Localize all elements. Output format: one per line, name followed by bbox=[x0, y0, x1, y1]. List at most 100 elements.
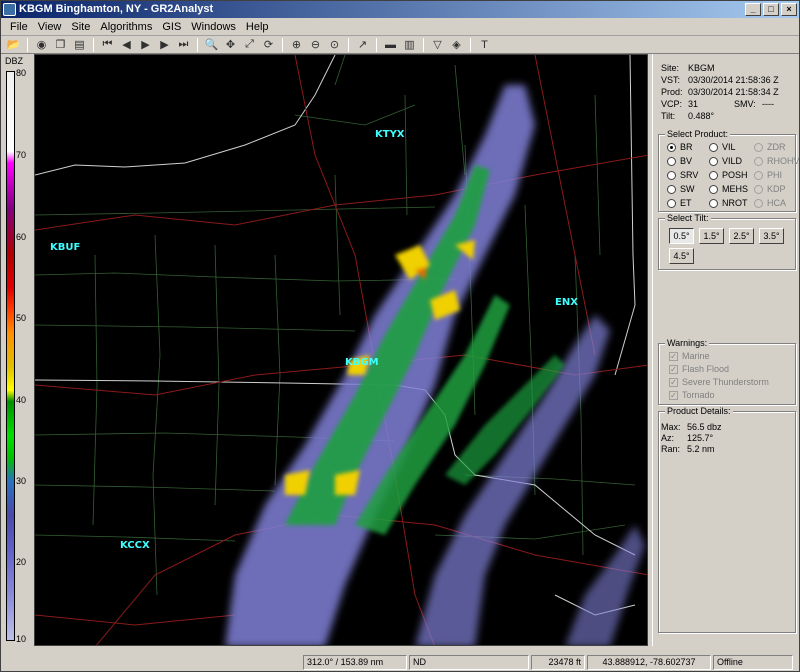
minimize-button[interactable]: _ bbox=[745, 3, 761, 16]
rotate-icon[interactable]: ⟳ bbox=[260, 37, 277, 53]
product-sw[interactable]: SW bbox=[667, 184, 695, 194]
product-vild[interactable]: VILD bbox=[709, 156, 742, 166]
last-frame-icon[interactable]: ⏭ bbox=[175, 37, 192, 53]
vcp-value: 31 bbox=[688, 99, 699, 109]
smv-value: ---- bbox=[762, 99, 774, 109]
product-srv[interactable]: SRV bbox=[667, 170, 698, 180]
measure-icon[interactable]: ⤢ bbox=[241, 37, 258, 53]
radio-dot[interactable] bbox=[667, 198, 676, 208]
product-posh[interactable]: POSH bbox=[709, 170, 748, 180]
toolbar-separator bbox=[197, 37, 198, 52]
globe-icon[interactable]: ◉ bbox=[33, 37, 50, 53]
max-label: Max: bbox=[661, 422, 681, 432]
close-button[interactable]: × bbox=[781, 3, 797, 16]
tilt-2-5-button[interactable]: 2.5° bbox=[729, 228, 754, 244]
radio-label: SRV bbox=[680, 170, 699, 180]
menu-gis[interactable]: GIS bbox=[157, 21, 186, 33]
tilt-0-5-button[interactable]: 0.5° bbox=[669, 228, 694, 244]
product-et[interactable]: ET bbox=[667, 198, 692, 208]
vst-value: 03/30/2014 21:58:36 Z bbox=[688, 75, 779, 85]
site-label: KTYX bbox=[375, 129, 405, 140]
product-nrot[interactable]: NROT bbox=[709, 198, 748, 208]
smv-label: SMV: bbox=[734, 99, 756, 109]
toolbar-separator bbox=[376, 37, 377, 52]
pan-icon[interactable]: ✥ bbox=[222, 37, 239, 53]
open-icon[interactable]: 📂 bbox=[5, 37, 22, 53]
radio-dot[interactable] bbox=[709, 170, 718, 180]
vst-label: VST: bbox=[661, 75, 681, 85]
product-vil[interactable]: VIL bbox=[709, 142, 736, 152]
radio-label: VIL bbox=[722, 142, 736, 152]
radio-label: RHOHV bbox=[767, 156, 800, 166]
warning-icon[interactable]: ▽ bbox=[429, 37, 446, 53]
radio-label: PHI bbox=[767, 170, 783, 180]
radio-dot[interactable] bbox=[667, 156, 676, 166]
radio-dot[interactable] bbox=[709, 156, 718, 166]
copy-icon[interactable]: ❐ bbox=[52, 37, 69, 53]
site-label: KBGM bbox=[345, 357, 379, 368]
bar-icon[interactable]: ▬ bbox=[382, 37, 399, 53]
radar-map[interactable]: KTYX KBUF ENX KBGM KCCX bbox=[34, 54, 648, 646]
menu-help[interactable]: Help bbox=[241, 21, 274, 33]
product-bv[interactable]: BV bbox=[667, 156, 692, 166]
status-spacer bbox=[1, 655, 301, 670]
control-panel: Site: KBGM VST: 03/30/2014 21:58:36 Z Prod… bbox=[652, 54, 800, 646]
radio-label: MEHS bbox=[722, 184, 749, 194]
product-br[interactable]: BR bbox=[667, 142, 693, 152]
prev-frame-icon[interactable]: ◀ bbox=[118, 37, 135, 53]
ran-label: Ran: bbox=[661, 444, 681, 454]
maximize-button[interactable]: □ bbox=[763, 3, 779, 16]
title-bar[interactable]: KBGM Binghamton, NY - GR2Analyst _ □ × bbox=[1, 1, 799, 18]
tilt-value: 0.488° bbox=[688, 111, 715, 121]
pointer-icon[interactable]: ↗ bbox=[354, 37, 371, 53]
play-icon[interactable]: ▶ bbox=[137, 37, 154, 53]
az-label: Az: bbox=[661, 433, 675, 443]
select-product-title: Select Product: bbox=[665, 129, 731, 139]
select-product-group: Select Product: BR BV SRV SW ET VIL VILD… bbox=[658, 129, 800, 212]
zoom-in-icon[interactable]: ⊕ bbox=[288, 37, 305, 53]
toolbar-separator bbox=[27, 37, 28, 52]
radio-dot[interactable] bbox=[709, 198, 718, 208]
zoom-reset-icon[interactable]: ⊙ bbox=[326, 37, 343, 53]
zoom-out-icon[interactable]: ⊖ bbox=[307, 37, 324, 53]
toolbar: 📂 ◉ ❐ ▤ ⏮ ◀ ▶ ▶ ⏭ 🔍 ✥ ⤢ ⟳ ⊕ ⊖ ⊙ ↗ ▬ ▥ ▽ … bbox=[1, 36, 799, 54]
radio-dot[interactable] bbox=[667, 184, 676, 194]
split-icon[interactable]: ▥ bbox=[401, 37, 418, 53]
warning-tornado: ✓ Tornado bbox=[669, 390, 715, 400]
select-tilt-group: Select Tilt: 0.5° 1.5° 2.5° 3.5° 4.5° bbox=[658, 213, 796, 270]
warnings-group: Warnings: ✓ Marine ✓ Flash Flood ✓ Severe T… bbox=[658, 338, 796, 405]
menu-algorithms[interactable]: Algorithms bbox=[95, 21, 157, 33]
site-label: ENX bbox=[555, 297, 578, 308]
radio-dot[interactable] bbox=[667, 142, 676, 152]
radio-dot[interactable] bbox=[667, 170, 676, 180]
radio-dot[interactable] bbox=[709, 184, 718, 194]
product-mehs[interactable]: MEHS bbox=[709, 184, 748, 194]
checkbox-label: Flash Flood bbox=[682, 364, 730, 374]
select-tilt-title: Select Tilt: bbox=[665, 213, 711, 223]
magnify-icon[interactable]: 🔍 bbox=[203, 37, 220, 53]
first-frame-icon[interactable]: ⏮ bbox=[99, 37, 116, 53]
save-icon[interactable]: ▤ bbox=[71, 37, 88, 53]
checkbox-label: Severe Thunderstorm bbox=[682, 377, 769, 387]
radio-dot bbox=[754, 142, 763, 152]
diamond-icon[interactable]: ◈ bbox=[448, 37, 465, 53]
tilt-label: Tilt: bbox=[661, 111, 676, 121]
site-label-text: Site: bbox=[661, 63, 680, 73]
radio-label: SW bbox=[680, 184, 695, 194]
tilt-3-5-button[interactable]: 3.5° bbox=[759, 228, 784, 244]
status-height: 23478 ft bbox=[531, 655, 585, 670]
radio-label: POSH bbox=[722, 170, 748, 180]
menu-view[interactable]: View bbox=[33, 21, 67, 33]
radar-info: Site: KBGM VST: 03/30/2014 21:58:36 Z Prod… bbox=[661, 62, 779, 122]
text-icon[interactable]: T bbox=[476, 37, 493, 53]
radio-dot bbox=[754, 198, 763, 208]
tilt-4-5-button[interactable]: 4.5° bbox=[669, 248, 694, 264]
menu-windows[interactable]: Windows bbox=[186, 21, 241, 33]
checkbox-label: Marine bbox=[682, 351, 710, 361]
menu-site[interactable]: Site bbox=[66, 21, 95, 33]
menu-file[interactable]: File bbox=[5, 21, 33, 33]
tilt-1-5-button[interactable]: 1.5° bbox=[699, 228, 724, 244]
next-frame-icon[interactable]: ▶ bbox=[156, 37, 173, 53]
product-hca: HCA bbox=[754, 198, 786, 208]
radio-dot[interactable] bbox=[709, 142, 718, 152]
